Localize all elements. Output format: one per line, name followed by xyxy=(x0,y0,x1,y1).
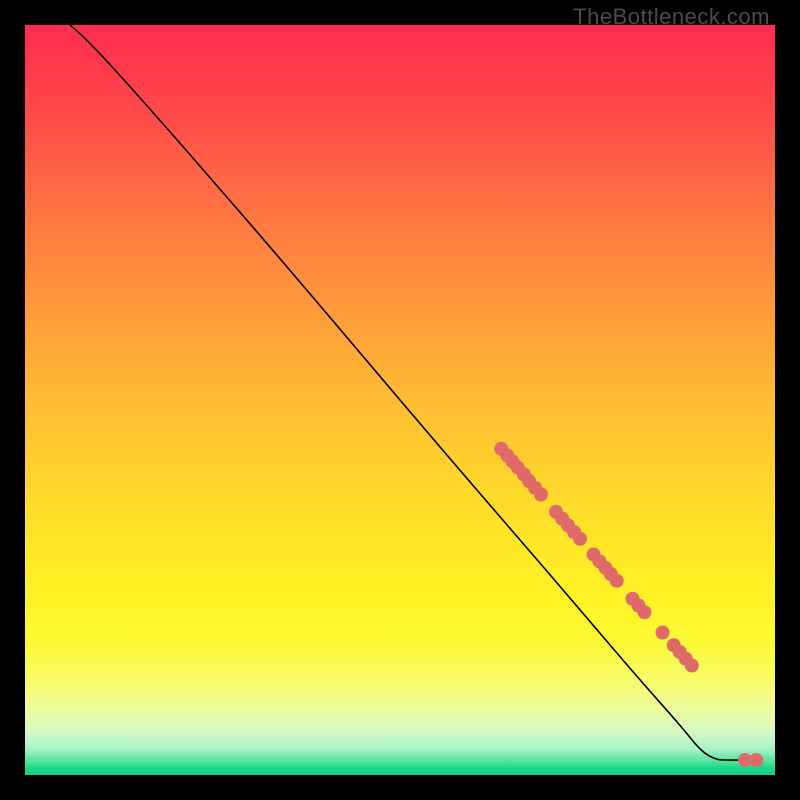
data-point xyxy=(749,753,763,767)
data-point xyxy=(638,605,652,619)
data-markers xyxy=(494,442,763,767)
data-point xyxy=(656,626,670,640)
data-point xyxy=(534,488,548,502)
bottleneck-curve xyxy=(70,25,756,760)
data-point xyxy=(610,574,624,588)
curve-overlay xyxy=(25,25,775,775)
chart-frame: TheBottleneck.com xyxy=(0,0,800,800)
plot-area xyxy=(25,25,775,775)
watermark-label: TheBottleneck.com xyxy=(573,4,770,30)
data-point xyxy=(685,659,699,673)
data-point xyxy=(573,532,587,546)
